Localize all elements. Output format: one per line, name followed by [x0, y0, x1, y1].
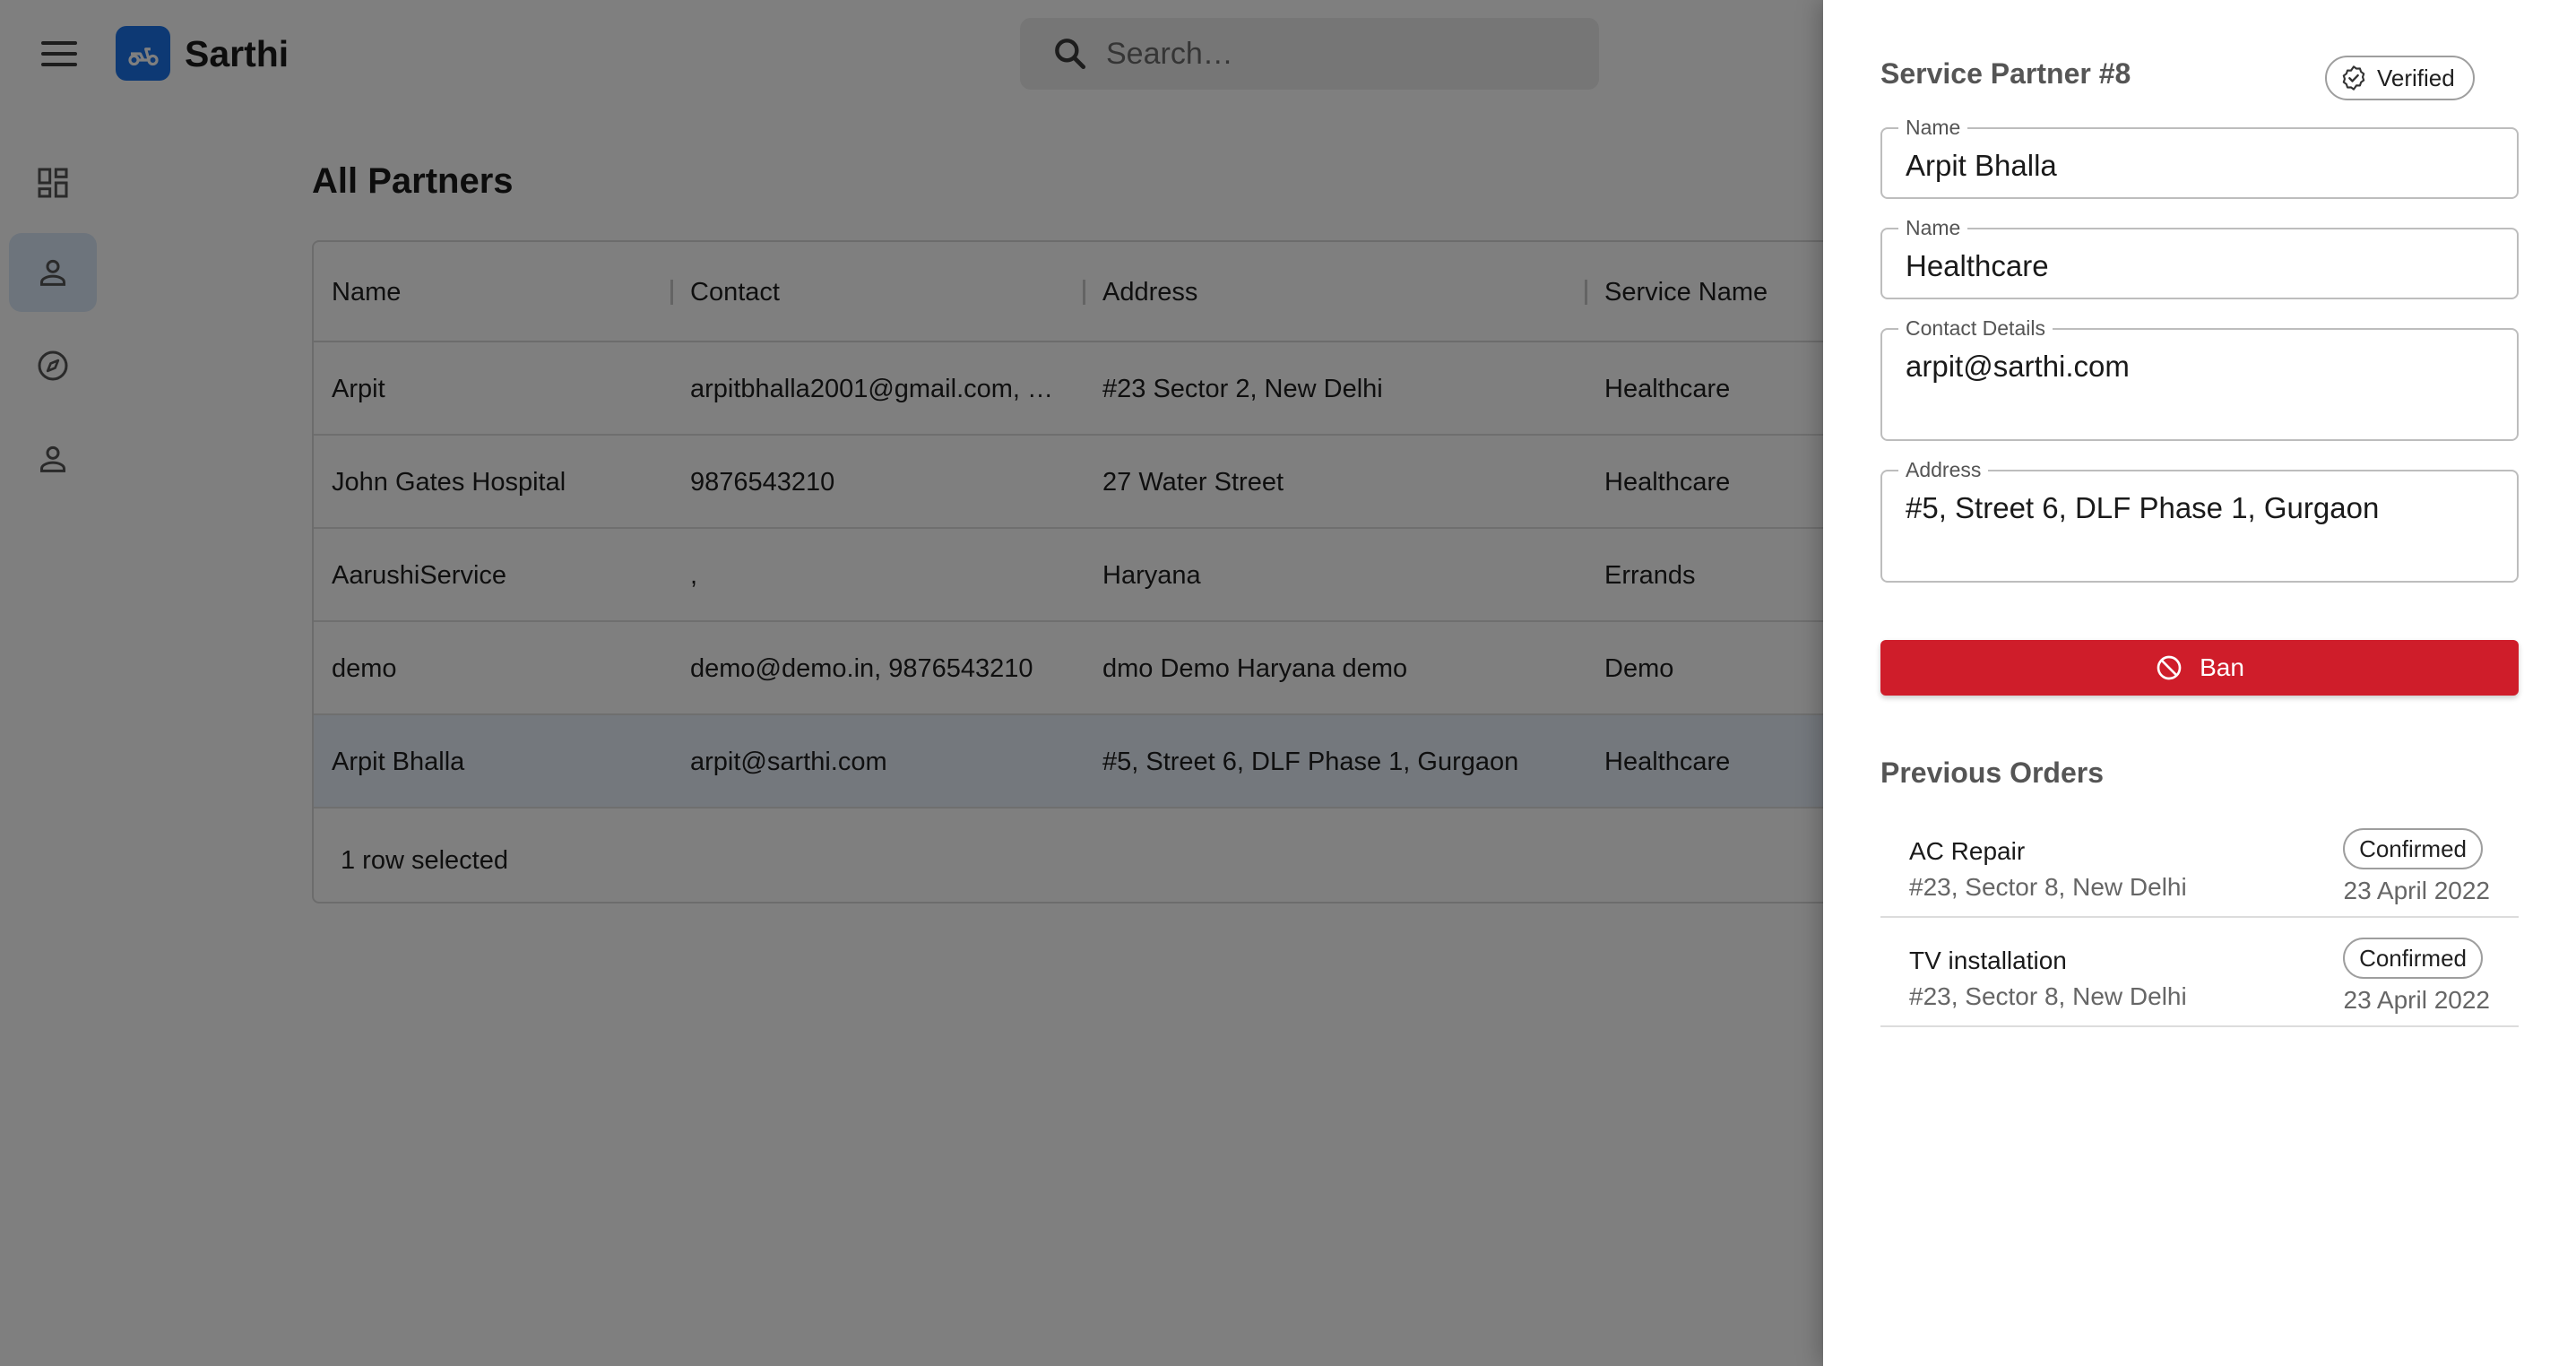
- order-status-badge: Confirmed: [2343, 938, 2483, 979]
- order-name: AC Repair: [1909, 837, 2026, 865]
- previous-orders-heading: Previous Orders: [1880, 756, 2104, 789]
- address-field[interactable]: Address #5, Street 6, DLF Phase 1, Gurga…: [1880, 458, 2519, 583]
- order-date: 23 April 2022: [2343, 877, 2490, 904]
- field-value[interactable]: Arpit Bhalla: [1906, 149, 2057, 183]
- block-icon: [2157, 655, 2182, 680]
- ban-label: Ban: [2200, 653, 2244, 681]
- field-value[interactable]: Healthcare: [1906, 249, 2049, 283]
- verified-badge: Verified: [2325, 56, 2475, 100]
- field-label: Contact Details: [1898, 316, 2053, 340]
- order-list-item[interactable]: TV installation #23, Sector 8, New Delhi…: [1880, 920, 2519, 1027]
- field-label: Address: [1898, 458, 1989, 481]
- field-label: Name: [1898, 116, 1968, 139]
- order-address: #23, Sector 8, New Delhi: [1909, 982, 2187, 1010]
- verified-label: Verified: [2377, 64, 2455, 91]
- verified-icon: [2342, 65, 2365, 91]
- partner-detail-drawer: Service Partner #8 Verified Name Arpit B…: [1823, 0, 2576, 1366]
- contact-details-field[interactable]: Contact Details arpit@sarthi.com: [1880, 316, 2519, 441]
- order-name: TV installation: [1909, 947, 2067, 974]
- field-value[interactable]: #5, Street 6, DLF Phase 1, Gurgaon: [1906, 491, 2379, 525]
- service-name-field[interactable]: Name Healthcare: [1880, 216, 2519, 299]
- order-address: #23, Sector 8, New Delhi: [1909, 873, 2187, 901]
- ban-button[interactable]: Ban: [1880, 640, 2519, 696]
- drawer-title: Service Partner #8: [1880, 57, 2131, 90]
- order-list-item[interactable]: AC Repair #23, Sector 8, New Delhi Confi…: [1880, 810, 2519, 918]
- partner-name-field[interactable]: Name Arpit Bhalla: [1880, 116, 2519, 199]
- field-label: Name: [1898, 216, 1968, 239]
- order-status-badge: Confirmed: [2343, 828, 2483, 869]
- order-date: 23 April 2022: [2343, 986, 2490, 1014]
- field-value[interactable]: arpit@sarthi.com: [1906, 350, 2130, 384]
